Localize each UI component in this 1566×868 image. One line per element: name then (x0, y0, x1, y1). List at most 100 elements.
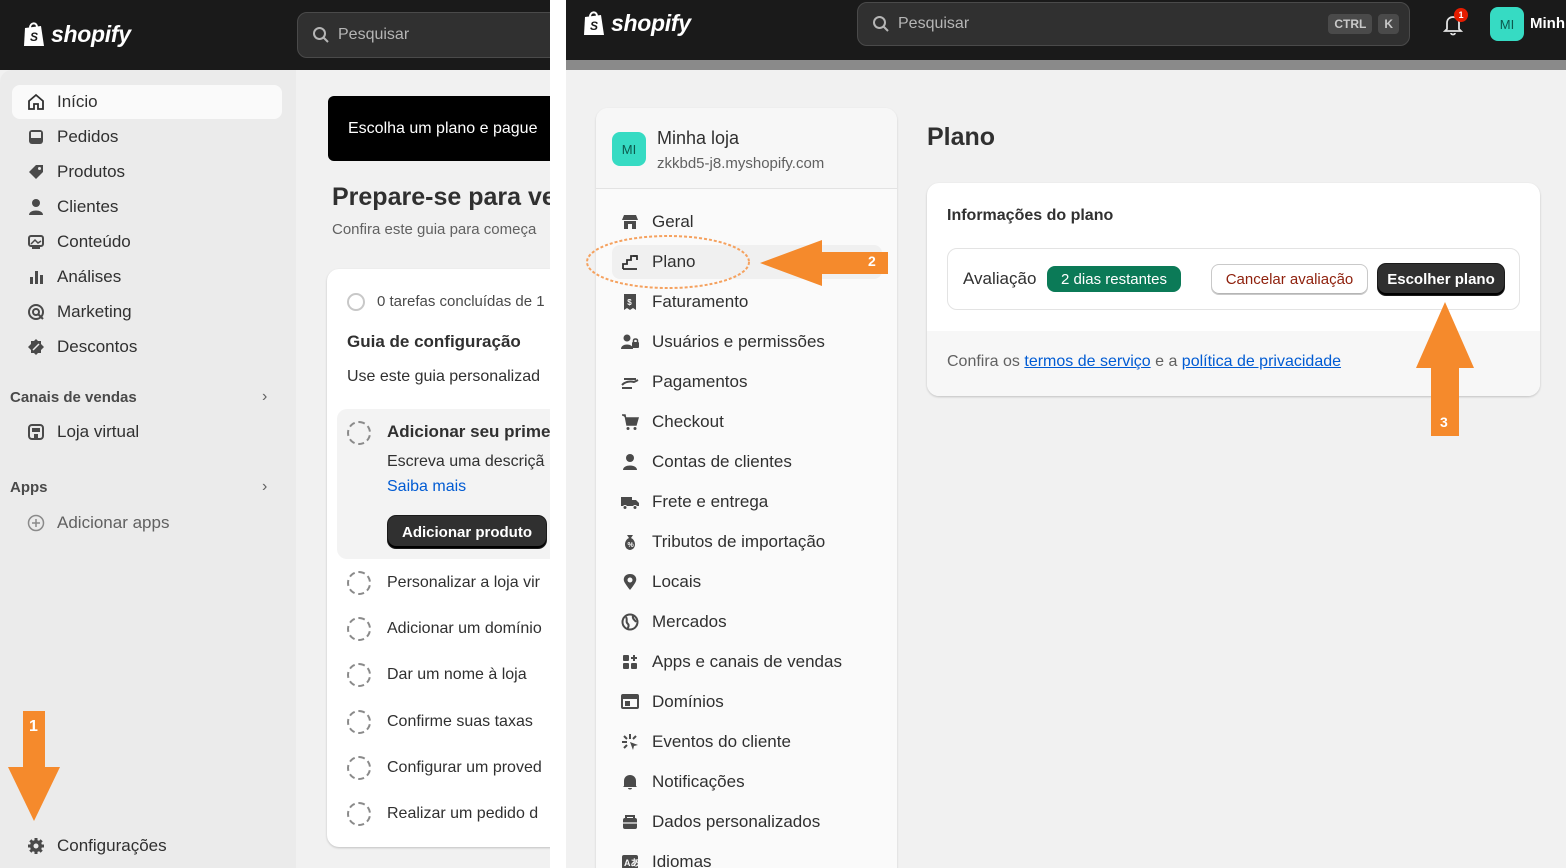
nav-item-marketing[interactable]: Marketing (12, 295, 282, 329)
store-icon (26, 422, 46, 442)
nav-item-clientes[interactable]: Clientes (12, 190, 282, 224)
chart-bars-icon (26, 267, 46, 287)
settings-item-usuarios[interactable]: Usuários e permissões (612, 325, 882, 359)
task-checkbox[interactable] (347, 571, 371, 595)
chevron-right-icon[interactable]: › (262, 478, 267, 496)
svg-text:$: $ (627, 298, 632, 307)
settings-label: Domínios (652, 692, 724, 711)
settings-label: Locais (652, 572, 702, 591)
location-icon (620, 572, 640, 592)
nav-label: Conteúdo (57, 232, 131, 251)
settings-item-frete[interactable]: Frete e entrega (612, 485, 882, 519)
nav-label: Loja virtual (57, 422, 140, 441)
trial-label: Avaliação (963, 269, 1037, 288)
settings-item-idiomas[interactable]: Aあ Idiomas (612, 845, 882, 868)
footer-mid: e a (1155, 353, 1178, 370)
top-bar: S shopify Pesquisar (0, 0, 550, 70)
task-checkbox[interactable] (347, 756, 371, 780)
settings-label: Usuários e permissões (652, 332, 825, 351)
page-title: Plano (927, 123, 996, 151)
nav-item-add-apps[interactable]: Adicionar apps (12, 506, 282, 540)
settings-item-dados[interactable]: Dados personalizados (612, 805, 882, 839)
nav-label: Configurações (57, 836, 167, 855)
tasks-count: 0 tarefas concluídas de 1 (377, 293, 545, 310)
user-avatar[interactable]: MI (1490, 7, 1524, 41)
settings-item-apps[interactable]: Apps e canais de vendas (612, 645, 882, 679)
nav-item-configuracoes[interactable]: Configurações (12, 829, 282, 863)
database-icon (620, 812, 640, 832)
task-checkbox[interactable] (347, 802, 371, 826)
nav-label: Pedidos (57, 127, 119, 146)
task-description: Escreva uma descriçã (387, 453, 545, 470)
task-item[interactable]: Realizar um pedido d (387, 805, 538, 823)
settings-item-contas-clientes[interactable]: Contas de clientes (612, 445, 882, 479)
task-item[interactable]: Adicionar um domínio (387, 620, 542, 638)
privacy-policy-link[interactable]: política de privacidade (1182, 353, 1341, 370)
plan-card-title: Informações do plano (947, 207, 1114, 224)
learn-more-link[interactable]: Saiba mais (387, 478, 466, 496)
settings-item-pagamentos[interactable]: Pagamentos (612, 365, 882, 399)
footer-prefix: Confira os (947, 353, 1020, 370)
users-icon (620, 332, 640, 352)
step-number-3: 3 (1440, 414, 1448, 430)
settings-plan-panel: S shopify Pesquisar CTRL K 1 MI Minh MI … (566, 0, 1566, 868)
shopify-logo[interactable]: S shopify (22, 20, 131, 48)
task-item[interactable]: Personalizar a loja vir (387, 574, 540, 592)
settings-item-locais[interactable]: Locais (612, 565, 882, 599)
settings-item-checkout[interactable]: Checkout (612, 405, 882, 439)
search-input[interactable]: Pesquisar CTRL K (857, 2, 1410, 46)
settings-label: Frete e entrega (652, 492, 769, 511)
step-number-1: 1 (29, 718, 38, 735)
language-icon: Aあ (620, 852, 640, 868)
cancel-trial-button[interactable]: Cancelar avaliação (1211, 264, 1368, 295)
nav-item-pedidos[interactable]: Pedidos (12, 120, 282, 154)
nav-item-analises[interactable]: Análises (12, 260, 282, 294)
settings-item-eventos[interactable]: Eventos do cliente (612, 725, 882, 759)
settings-label: Notificações (652, 772, 745, 791)
task-checkbox[interactable] (347, 710, 371, 734)
store-header[interactable]: MI Minha loja zkkbd5-j8.myshopify.com (596, 108, 897, 189)
choose-plan-banner[interactable]: Escolha um plano e pague (328, 96, 550, 161)
nav-item-descontos[interactable]: Descontos (12, 330, 282, 364)
store-short-name[interactable]: Minh (1530, 15, 1565, 32)
cart-icon (620, 412, 640, 432)
shopify-logo[interactable]: S shopify (582, 9, 691, 37)
brand-name: shopify (611, 9, 691, 36)
settings-label: Faturamento (652, 292, 749, 311)
settings-label: Pagamentos (652, 372, 748, 391)
tasks-progress-circle (347, 293, 365, 311)
settings-nav-card: MI Minha loja zkkbd5-j8.myshopify.com Ge… (596, 108, 897, 868)
chevron-right-icon[interactable]: › (262, 388, 267, 406)
settings-item-tributos[interactable]: % Tributos de importação (612, 525, 882, 559)
add-product-button[interactable]: Adicionar produto (388, 516, 546, 548)
nav-label: Adicionar apps (57, 513, 170, 532)
nav-item-conteudo[interactable]: Conteúdo (12, 225, 282, 259)
store-name: Minha loja (657, 128, 740, 148)
settings-item-notificacoes[interactable]: Notificações (612, 765, 882, 799)
nav-item-loja-virtual[interactable]: Loja virtual (12, 415, 282, 449)
payment-icon (620, 372, 640, 392)
settings-item-dominios[interactable]: Domínios (612, 685, 882, 719)
nav-label: Descontos (57, 337, 138, 356)
choose-plan-button[interactable]: Escolher plano (1378, 264, 1504, 295)
search-input[interactable]: Pesquisar (297, 12, 550, 58)
nav-item-inicio[interactable]: Início (12, 85, 282, 119)
settings-item-mercados[interactable]: Mercados (612, 605, 882, 639)
settings-label: Mercados (652, 612, 727, 631)
settings-label: Idiomas (652, 852, 712, 868)
task-checkbox[interactable] (347, 617, 371, 641)
task-item[interactable]: Dar um nome à loja (387, 666, 527, 684)
settings-label: Geral (652, 212, 694, 231)
task-checkbox[interactable] (347, 421, 371, 445)
task-title[interactable]: Adicionar seu primeir (387, 422, 550, 442)
task-item[interactable]: Confirme suas taxas (387, 713, 533, 731)
task-checkbox[interactable] (347, 663, 371, 687)
admin-home-panel: S shopify Pesquisar Início Pedidos Produ… (0, 0, 550, 868)
brand-name: shopify (51, 20, 131, 47)
task-item[interactable]: Configurar um proved (387, 759, 542, 777)
home-icon (26, 92, 46, 112)
person-icon (620, 452, 640, 472)
terms-of-service-link[interactable]: termos de serviço (1024, 353, 1150, 370)
guide-title: Guia de configuração (347, 332, 521, 351)
nav-item-produtos[interactable]: Produtos (12, 155, 282, 189)
